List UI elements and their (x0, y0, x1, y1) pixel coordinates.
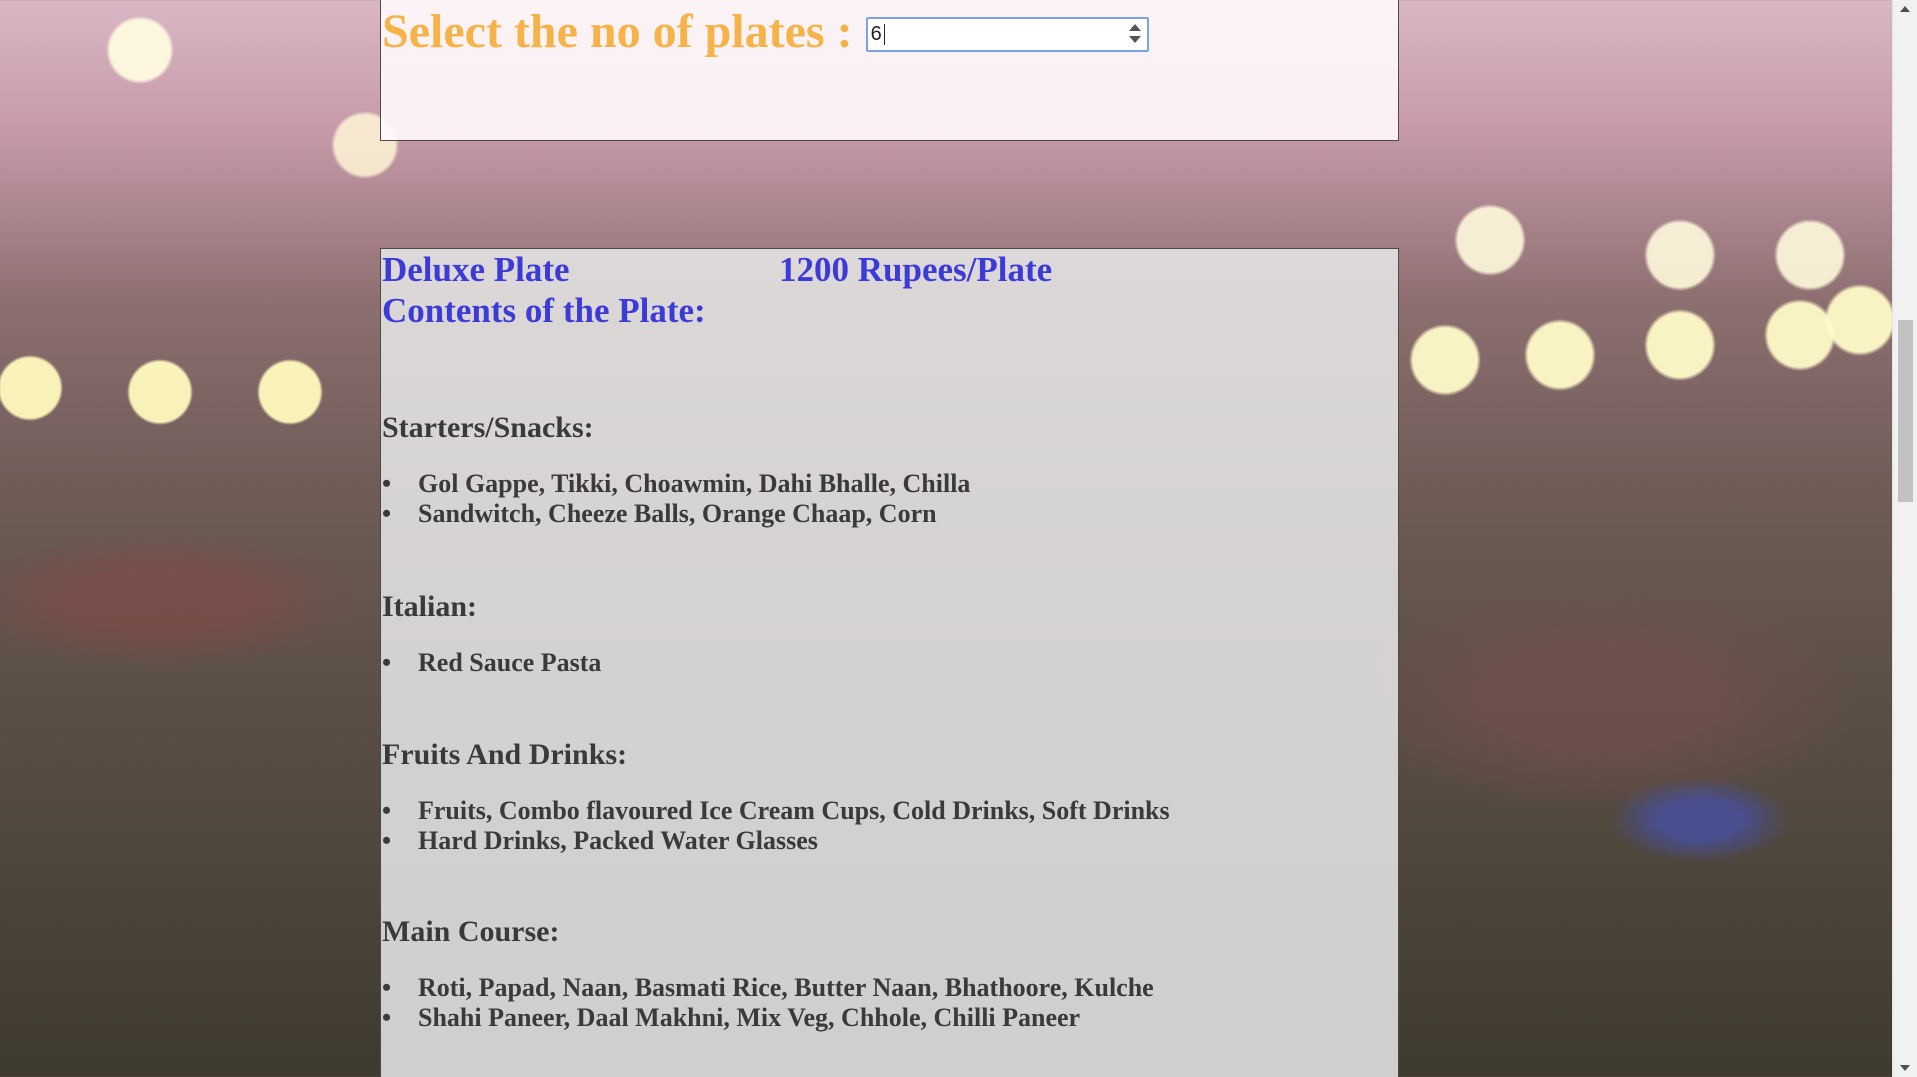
italian-list: • Red Sauce Pasta (382, 648, 601, 678)
deluxe-plate-panel: Deluxe Plate 1200 Rupees/Plate Contents … (380, 248, 1399, 1077)
section-title: Italian: (382, 590, 478, 623)
spin-buttons[interactable] (1126, 22, 1144, 47)
plate-name: Deluxe Plate (382, 250, 570, 289)
list-item-text: Sandwitch, Cheeze Balls, Orange Chaap, C… (418, 499, 937, 528)
scroll-down-arrow-icon[interactable] (1900, 1065, 1910, 1071)
bullet-icon: • (382, 973, 392, 1002)
list-item-text: Shahi Paneer, Daal Makhni, Mix Veg, Chho… (418, 1003, 1081, 1032)
plates-quantity-input[interactable] (867, 18, 1113, 50)
list-item-text: Red Sauce Pasta (418, 648, 602, 677)
scroll-up-arrow-icon[interactable] (1900, 6, 1910, 12)
list-item: • Gol Gappe, Tikki, Choawmin, Dahi Bhalle… (382, 469, 970, 499)
italian-section: Italian: • Red Sauce Pasta (382, 590, 1382, 677)
list-item: • Roti, Papad, Naan, Basmati Rice, Butter… (382, 973, 1154, 1003)
increment-arrow-icon[interactable] (1128, 23, 1141, 31)
starters-list: • Gol Gappe, Tikki, Choawmin, Dahi Bhalle… (382, 469, 970, 529)
fruits-drinks-section: Fruits And Drinks: • Fruits, Combo flavou… (382, 738, 1382, 855)
text-caret (883, 23, 885, 45)
list-item-text: Roti, Papad, Naan, Basmati Rice, Butter … (418, 973, 1154, 1002)
list-item: • Sandwitch, Cheeze Balls, Orange Chaap, … (382, 499, 970, 529)
fruits-drinks-list: • Fruits, Combo flavoured Ice Cream Cups,… (382, 796, 1170, 856)
plates-selector-row: Select the no of plates : (382, 0, 1149, 63)
bullet-icon: • (382, 469, 392, 498)
list-item: • Red Sauce Pasta (382, 648, 601, 678)
main-course-list: • Roti, Papad, Naan, Basmati Rice, Butter… (382, 973, 1154, 1033)
plate-contents-heading: Contents of the Plate: (382, 291, 706, 330)
list-item-text: Fruits, Combo flavoured Ice Cream Cups, … (418, 796, 1170, 825)
scrollbar-thumb[interactable] (1898, 320, 1913, 502)
list-item: • Shahi Paneer, Daal Makhni, Mix Veg, Chh… (382, 1003, 1154, 1033)
plates-label: Select the no of plates : (382, 4, 853, 58)
section-title: Starters/Snacks: (382, 411, 594, 444)
plate-price: 1200 Rupees/Plate (779, 250, 1053, 289)
bullet-icon: • (382, 499, 392, 528)
starters-section: Starters/Snacks: • Gol Gappe, Tikki, Choa… (382, 411, 1382, 528)
vertical-scrollbar[interactable] (1892, 0, 1917, 1077)
list-item: • Fruits, Combo flavoured Ice Cream Cups,… (382, 796, 1170, 826)
list-item-text: Hard Drinks, Packed Water Glasses (418, 826, 818, 855)
plates-quantity-stepper[interactable] (865, 16, 1149, 52)
list-item-text: Gol Gappe, Tikki, Choawmin, Dahi Bhalle,… (418, 469, 971, 498)
decrement-arrow-icon[interactable] (1128, 35, 1141, 43)
bullet-icon: • (382, 826, 392, 855)
bullet-icon: • (382, 648, 392, 677)
page-body: { "plates_selector": { "label": "Select … (0, 0, 1917, 1077)
bullet-icon: • (382, 796, 392, 825)
section-title: Main Course: (382, 915, 560, 948)
section-title: Fruits And Drinks: (382, 738, 628, 771)
main-course-section: Main Course: • Roti, Papad, Naan, Basmati… (382, 915, 1382, 1032)
bullet-icon: • (382, 1003, 392, 1032)
plates-selector-panel: Select the no of plates : (380, 0, 1399, 141)
list-item: • Hard Drinks, Packed Water Glasses (382, 826, 1170, 856)
